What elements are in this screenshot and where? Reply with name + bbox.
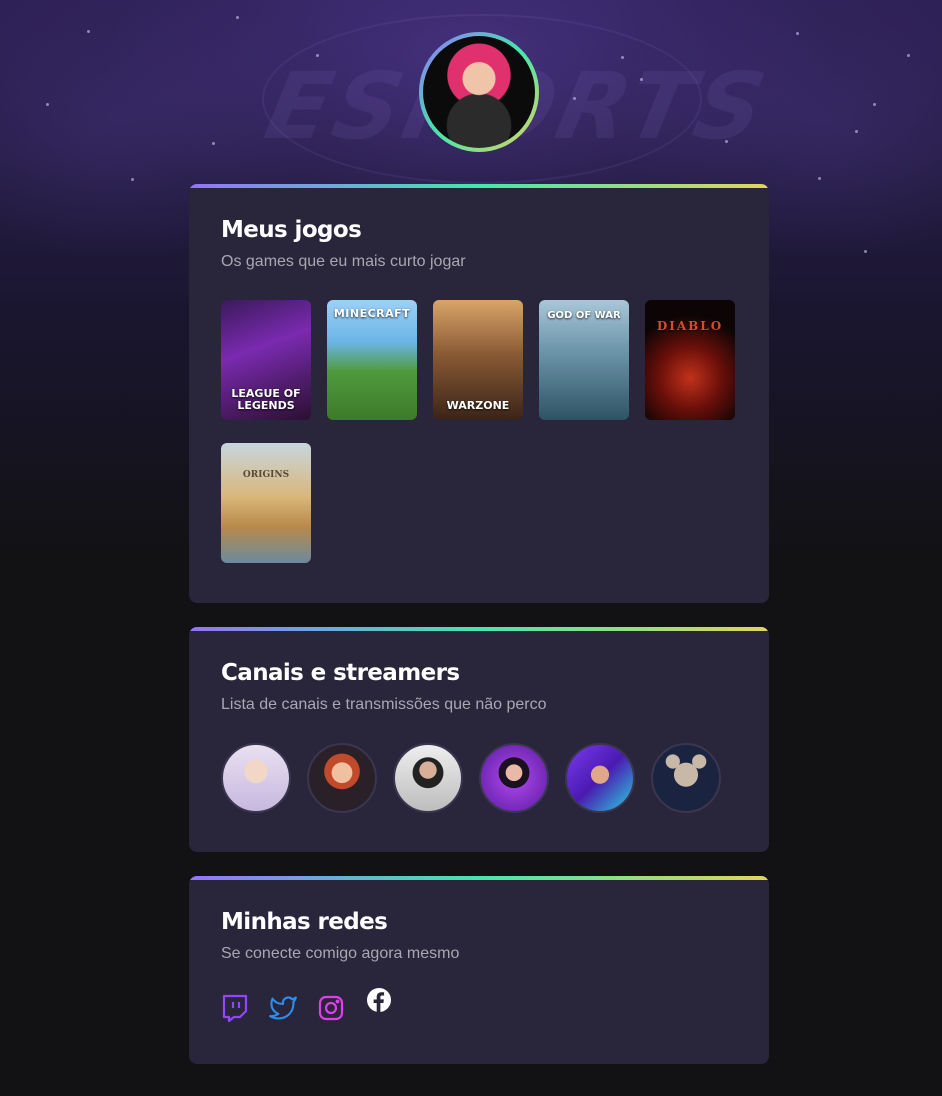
game-cover-diablo[interactable]: DIABLO <box>645 300 735 420</box>
game-cover-title: MINECRAFT <box>333 307 411 320</box>
streamer-avatar-3[interactable] <box>393 743 463 813</box>
streamers-title: Canais e streamers <box>221 660 460 686</box>
streamer-avatar-2[interactable] <box>307 743 377 813</box>
game-cover-league-of-legends[interactable]: LEAGUE OF LEGENDS <box>221 300 311 420</box>
streamer-avatar-1[interactable] <box>221 743 291 813</box>
games-subtitle: Os games que eu mais curto jogar <box>221 253 466 270</box>
instagram-icon <box>318 995 344 1021</box>
twitch-link[interactable] <box>221 992 249 1024</box>
streamers-subtitle: Lista de canais e transmissões que não p… <box>221 696 547 713</box>
social-links <box>221 988 737 1024</box>
game-cover-minecraft[interactable]: MINECRAFT <box>327 300 417 420</box>
game-cover-title: ORIGINS <box>242 470 290 480</box>
profile-avatar <box>423 36 535 148</box>
twitch-icon <box>222 994 248 1023</box>
game-cover-assassins-creed-origins[interactable]: ORIGINS <box>221 443 311 563</box>
games-card: Meus jogos Os games que eu mais curto jo… <box>189 184 769 603</box>
game-cover-title: GOD OF WAR <box>547 310 621 321</box>
streamer-avatar-6[interactable] <box>651 743 721 813</box>
game-cover-title: DIABLO <box>656 319 724 333</box>
profile-avatar-ring <box>419 32 539 152</box>
game-cover-title: LEAGUE OF LEGENDS <box>231 387 301 412</box>
game-cover-god-of-war[interactable]: GOD OF WAR <box>539 300 629 420</box>
instagram-link[interactable] <box>317 992 345 1024</box>
streamers-list <box>221 743 737 813</box>
streamers-card: Canais e streamers Lista de canais e tra… <box>189 627 769 852</box>
streamer-avatar-4[interactable] <box>479 743 549 813</box>
streamer-avatar-5[interactable] <box>565 743 635 813</box>
social-card: Minhas redes Se conecte comigo agora mes… <box>189 876 769 1064</box>
game-cover-title: WARZONE <box>446 399 510 412</box>
twitter-icon <box>269 996 297 1020</box>
games-list: LEAGUE OF LEGENDS MINECRAFT WARZONE GOD … <box>221 300 737 563</box>
games-title: Meus jogos <box>221 217 362 243</box>
game-cover-warzone[interactable]: WARZONE <box>433 300 523 420</box>
facebook-icon <box>367 988 391 1012</box>
social-subtitle: Se conecte comigo agora mesmo <box>221 945 460 962</box>
facebook-link[interactable] <box>365 984 393 1016</box>
twitter-link[interactable] <box>269 992 297 1024</box>
social-title: Minhas redes <box>221 909 388 935</box>
